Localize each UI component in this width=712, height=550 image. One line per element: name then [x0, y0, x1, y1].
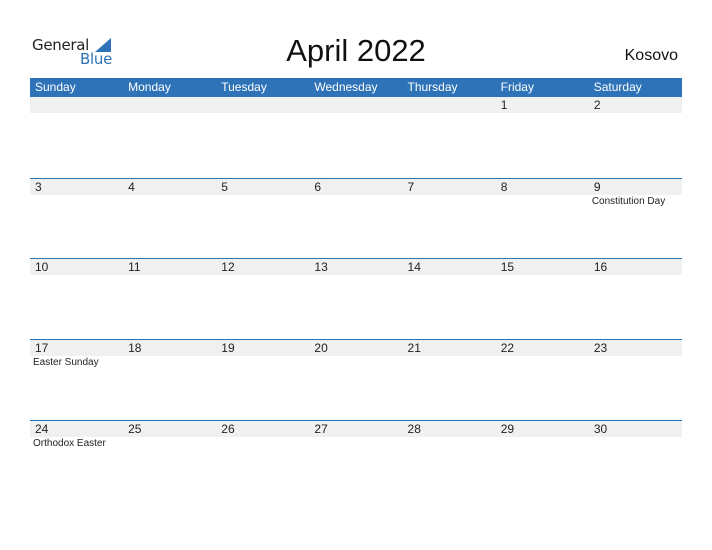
- holiday-label: Orthodox Easter: [33, 438, 106, 449]
- day-number: 25: [128, 422, 142, 436]
- holiday-label: Constitution Day: [591, 196, 666, 207]
- day-cell: 12: [216, 259, 309, 340]
- weekday-thursday: Thursday: [407, 80, 458, 94]
- day-number: 21: [407, 341, 421, 355]
- day-number: 24: [35, 422, 49, 436]
- day-number: 12: [221, 260, 235, 274]
- day-cell: 16: [589, 259, 682, 340]
- day-cell: 29: [496, 421, 589, 502]
- day-number: 22: [500, 341, 515, 355]
- week-row: 10 11 12 13 14 15 16: [30, 258, 682, 340]
- day-cell: 3: [30, 179, 123, 260]
- weekday-friday: Friday: [500, 80, 534, 94]
- day-number: 17: [35, 341, 49, 355]
- day-number: 27: [314, 422, 328, 436]
- day-number: 6: [314, 180, 322, 194]
- day-cell: 26: [216, 421, 309, 502]
- weekday-saturday: Saturday: [593, 80, 642, 94]
- day-number: 9: [593, 180, 601, 194]
- day-number: 7: [407, 180, 415, 194]
- weekday-wednesday: Wednesday: [314, 80, 378, 94]
- day-cell: 18: [123, 340, 216, 421]
- week-row: 17 Easter Sunday 18 19 20 21 22 23: [30, 339, 682, 421]
- calendar-title: April 2022: [286, 33, 426, 68]
- day-cell: [30, 97, 123, 178]
- day-cell: 21: [403, 340, 496, 421]
- day-cell: 15: [496, 259, 589, 340]
- day-cell: 10: [30, 259, 123, 340]
- weekday-header: Sunday Monday Tuesday Wednesday Thursday…: [30, 78, 682, 97]
- day-cell: 9 Constitution Day: [589, 179, 682, 260]
- day-number: 20: [314, 341, 328, 355]
- day-number: 23: [593, 341, 608, 355]
- day-number: 26: [221, 422, 235, 436]
- day-cell: 11: [123, 259, 216, 340]
- day-number: 4: [128, 180, 135, 194]
- day-cell: 13: [309, 259, 402, 340]
- day-cell: 1: [496, 97, 589, 178]
- day-cell: [123, 97, 216, 178]
- weekday-sunday: Sunday: [35, 80, 76, 94]
- day-cell: 22: [496, 340, 589, 421]
- day-number: 18: [128, 341, 142, 355]
- day-cell: 5: [216, 179, 309, 260]
- day-cell: 7: [403, 179, 496, 260]
- country-label: Kosovo: [624, 47, 678, 64]
- day-number: 19: [221, 341, 235, 355]
- day-cell: 14: [403, 259, 496, 340]
- day-number: 16: [593, 260, 608, 274]
- day-number: 13: [314, 260, 328, 274]
- day-cell: 28: [403, 421, 496, 502]
- day-number: 30: [593, 422, 608, 436]
- day-cell: 8: [496, 179, 589, 260]
- weekday-monday: Monday: [128, 80, 171, 94]
- day-cell: 4: [123, 179, 216, 260]
- day-number: 11: [128, 260, 141, 274]
- day-number: 10: [35, 260, 49, 274]
- day-cell: [216, 97, 309, 178]
- day-number: 2: [593, 98, 601, 112]
- day-cell: 23: [589, 340, 682, 421]
- day-cell: 6: [309, 179, 402, 260]
- day-cell: 2: [589, 97, 682, 178]
- day-number: 28: [407, 422, 421, 436]
- day-cell: 17 Easter Sunday: [30, 340, 123, 421]
- day-number: 14: [407, 260, 421, 274]
- day-number: 29: [500, 422, 515, 436]
- week-row: 12: [30, 97, 682, 178]
- week-row: 3 4 5 6 7 8 9 Constitution Day: [30, 178, 682, 260]
- day-number: 3: [35, 180, 42, 194]
- day-number: 8: [500, 180, 508, 194]
- holiday-label: Easter Sunday: [33, 357, 99, 368]
- day-cell: 27: [309, 421, 402, 502]
- day-cell: 20: [309, 340, 402, 421]
- day-number: 1: [500, 98, 508, 112]
- day-number: 15: [500, 260, 515, 274]
- day-cell: 19: [216, 340, 309, 421]
- day-cell: [403, 97, 496, 178]
- weekday-tuesday: Tuesday: [221, 80, 267, 94]
- day-number: 5: [221, 180, 228, 194]
- day-cell: 24 Orthodox Easter: [30, 421, 123, 502]
- day-cell: [309, 97, 402, 178]
- day-cell: 25: [123, 421, 216, 502]
- day-cell: 30: [589, 421, 682, 502]
- week-row: 24 Orthodox Easter 25 26 27 28 29 30: [30, 420, 682, 502]
